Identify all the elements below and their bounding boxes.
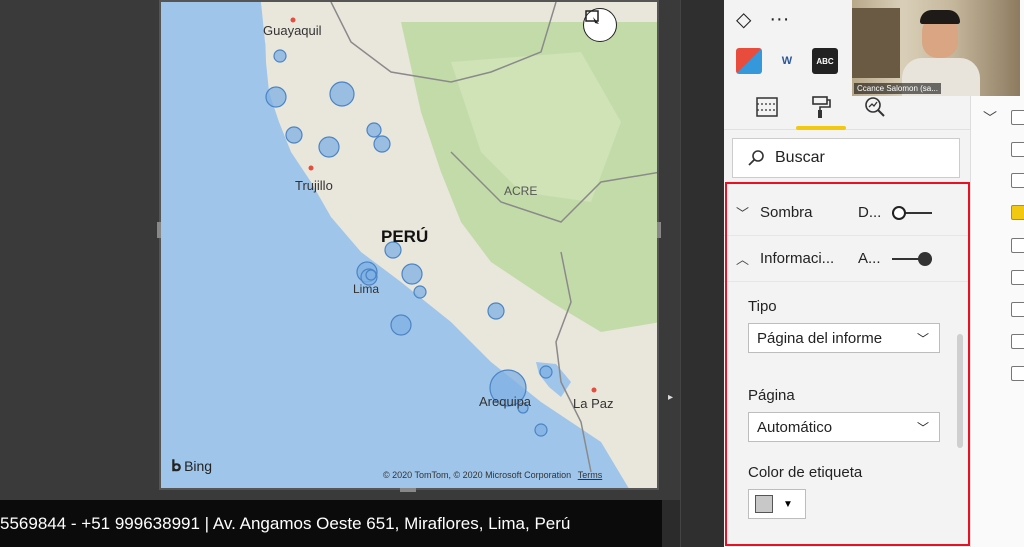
analytics-magnifier-icon: [865, 96, 885, 117]
tipo-dropdown[interactable]: Página del informe ﹀: [748, 323, 940, 353]
bubble: [413, 285, 427, 299]
bubble: [329, 81, 355, 107]
chevron-down-icon: ﹀: [983, 110, 997, 126]
field-checkbox[interactable]: [1011, 142, 1024, 157]
bubble: [534, 423, 548, 437]
bing-icon: ᖯ: [171, 458, 182, 475]
bubble: [265, 86, 287, 108]
focus-mode-icon: [585, 10, 599, 24]
section-shadow-label: Sombra: [760, 204, 813, 221]
tiles-app-icon[interactable]: [736, 48, 762, 74]
section-shadow-value: D...: [858, 204, 882, 221]
bubble: [487, 302, 505, 320]
bubble: [539, 365, 553, 379]
city-label-la-paz: La Paz: [573, 396, 613, 411]
fields-grid-icon: [756, 96, 778, 117]
bubble: [373, 135, 391, 153]
person-hair: [920, 10, 960, 24]
bubble: [401, 263, 423, 285]
caret-down-icon: ▼: [783, 498, 793, 510]
chevron-down-icon: ﹀: [736, 206, 750, 221]
tab-fields[interactable]: [754, 94, 780, 120]
pane-scrollbar[interactable]: [957, 334, 963, 448]
map-attribution: © 2020 TomTom, © 2020 Microsoft Corporat…: [383, 470, 602, 480]
field-checkbox[interactable]: [1011, 238, 1024, 253]
city-label-guayaquil: Guayaquil: [263, 23, 322, 38]
section-shadow[interactable]: ﹀ Sombra D...: [724, 190, 970, 236]
word-app-icon[interactable]: W: [774, 48, 800, 74]
color-label: Color de etiqueta: [748, 464, 863, 481]
mouse-cursor-icon: ▸: [668, 392, 674, 403]
search-input[interactable]: Buscar: [732, 138, 960, 178]
city-label-trujillo: Trujillo: [295, 178, 333, 193]
bubble: [390, 314, 412, 336]
pagina-label: Página: [748, 387, 795, 404]
webcam-overlay: Ccance Salomon (sa...: [852, 0, 1020, 96]
section-tooltip[interactable]: ︿ Informaci... A...: [724, 236, 970, 282]
country-label: PERÚ: [381, 227, 428, 246]
section-tooltip-value: A...: [858, 250, 881, 267]
footer-text: 5569844 - +51 999638991 | Av. Angamos Oe…: [0, 514, 571, 533]
search-placeholder: Buscar: [775, 149, 825, 166]
field-checkbox[interactable]: [1011, 302, 1024, 317]
field-checkbox[interactable]: [1011, 110, 1024, 125]
tipo-value: Página del informe: [757, 329, 883, 347]
chevron-down-icon: ﹀: [916, 420, 929, 435]
paint-roller-icon: [812, 95, 831, 118]
map-svg: PERÚ Guayaquil Trujillo Lima Arequipa La…: [261, 2, 657, 488]
shadow-toggle[interactable]: [892, 205, 932, 220]
tab-analytics[interactable]: [862, 94, 888, 120]
chevron-up-icon: ︿: [736, 252, 750, 267]
canvas-gutter: [680, 0, 724, 547]
city-dot: [591, 387, 597, 393]
terms-link[interactable]: Terms: [578, 470, 603, 480]
city-dot: [308, 165, 314, 171]
bubble: [366, 122, 382, 138]
search-icon: [748, 150, 764, 166]
resize-handle-right[interactable]: [657, 222, 661, 238]
field-checkbox[interactable]: [1011, 173, 1024, 188]
resize-handle-bottom[interactable]: [400, 488, 416, 492]
attribution-text: © 2020 TomTom, © 2020 Microsoft Corporat…: [383, 470, 572, 480]
more-options-button[interactable]: ···: [769, 8, 789, 31]
tipo-label: Tipo: [748, 298, 777, 315]
bubble: [273, 49, 287, 63]
region-label-acre: ACRE: [504, 184, 537, 198]
app-window: PERÚ Guayaquil Trujillo Lima Arequipa La…: [0, 0, 1024, 547]
powerbi-apps-icon[interactable]: ◇: [736, 7, 751, 32]
field-checkbox-checked[interactable]: [1011, 205, 1024, 220]
label-color-picker[interactable]: ▼: [748, 489, 806, 519]
city-label-arequipa: Arequipa: [479, 394, 532, 409]
report-canvas: PERÚ Guayaquil Trujillo Lima Arequipa La…: [0, 0, 680, 500]
city-label-lima: Lima: [353, 282, 379, 296]
tooltip-toggle[interactable]: [892, 251, 932, 266]
field-checkbox[interactable]: [1011, 270, 1024, 285]
bubble: [285, 126, 303, 144]
chevron-down-icon: ﹀: [916, 331, 929, 346]
pagina-value: Automático: [757, 418, 833, 436]
field-checkbox[interactable]: [1011, 366, 1024, 381]
focus-mode-button[interactable]: [583, 8, 617, 42]
city-dot: [290, 17, 296, 23]
pagina-dropdown[interactable]: Automático ﹀: [748, 412, 940, 442]
color-swatch: [755, 495, 773, 513]
bubble: [365, 269, 377, 281]
field-checkbox[interactable]: [1011, 334, 1024, 349]
bing-logo: ᖯ Bing: [171, 456, 212, 476]
participant-name: Ccance Salomon (sa...: [854, 83, 941, 94]
resize-handle-left[interactable]: [157, 222, 161, 238]
footer-bar: 5569844 - +51 999638991 | Av. Angamos Oe…: [0, 500, 662, 547]
tab-format[interactable]: [796, 94, 846, 130]
bookshelf: [852, 8, 900, 78]
abc-app-icon[interactable]: ABC: [812, 48, 838, 74]
bing-label: Bing: [184, 458, 213, 474]
map-visual[interactable]: PERÚ Guayaquil Trujillo Lima Arequipa La…: [159, 0, 659, 490]
section-tooltip-label: Informaci...: [760, 250, 835, 267]
bubble: [318, 136, 340, 158]
